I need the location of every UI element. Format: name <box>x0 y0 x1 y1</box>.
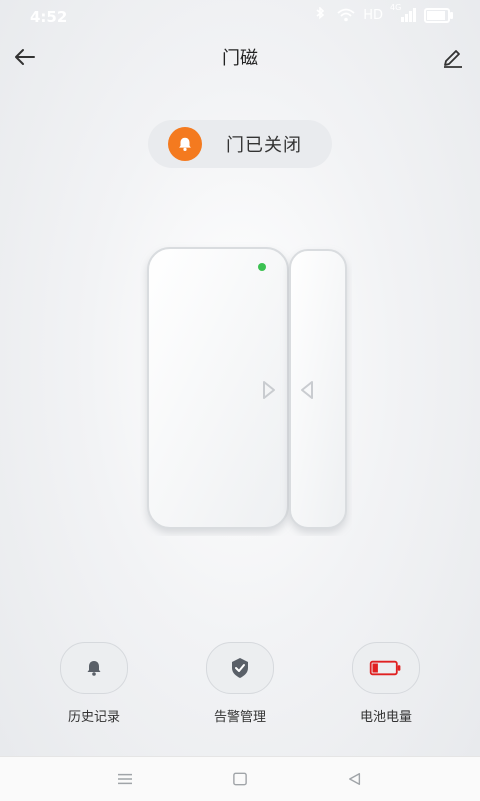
status-battery-icon <box>424 7 453 23</box>
back-icon <box>349 773 361 785</box>
alarm-management-button[interactable] <box>206 642 274 694</box>
home-icon <box>233 772 247 786</box>
bell-icon <box>179 137 191 152</box>
alarm-management-label: 告警管理 <box>213 710 266 725</box>
signal-label: 4G <box>390 3 402 12</box>
history-action[interactable]: 历史记录 <box>34 638 154 725</box>
alarm-management-action[interactable]: 告警管理 <box>180 638 300 725</box>
battery-action[interactable]: 电池电量 <box>326 638 446 725</box>
bluetooth-icon <box>316 7 325 20</box>
sensor-magnet-body <box>289 249 347 529</box>
pencil-icon <box>444 50 462 68</box>
page-title: 门磁 <box>222 48 258 69</box>
nav-home-button[interactable] <box>226 767 254 791</box>
edit-button[interactable] <box>438 42 468 72</box>
sensor-main-body <box>147 247 289 529</box>
door-status-text: 门已关闭 <box>226 135 302 156</box>
battery-level-fill <box>372 663 378 673</box>
signal-icon: 4G <box>390 3 416 22</box>
status-bell-badge <box>168 127 202 161</box>
door-sensor-illustration <box>147 247 347 529</box>
battery-button[interactable] <box>352 642 420 694</box>
system-nav-bar <box>0 756 480 801</box>
bell-icon <box>87 661 101 676</box>
sensor-indicator-light <box>258 263 266 271</box>
history-label: 历史记录 <box>67 710 120 725</box>
door-status-pill: 门已关闭 <box>148 120 332 168</box>
status-icons: HD 4G <box>311 3 453 23</box>
nav-back-button[interactable] <box>341 767 369 791</box>
door-sensor-screen: 4:52 HD 4G 门磁 门已关闭 历史记录 告警管理 电池电量 <box>0 0 480 801</box>
status-bar: 4:52 HD 4G <box>0 0 480 34</box>
title-bar: 门磁 <box>0 34 480 80</box>
shield-check-icon <box>232 658 248 678</box>
battery-low-icon <box>369 660 401 676</box>
status-time: 4:52 <box>30 8 68 26</box>
menu-icon <box>118 773 132 785</box>
nav-menu-button[interactable] <box>111 767 139 791</box>
wifi-icon <box>337 8 355 22</box>
action-bar: 历史记录 告警管理 电池电量 <box>0 638 480 728</box>
battery-label: 电池电量 <box>359 710 412 725</box>
network-type: HD <box>363 7 383 23</box>
history-button[interactable] <box>60 642 128 694</box>
